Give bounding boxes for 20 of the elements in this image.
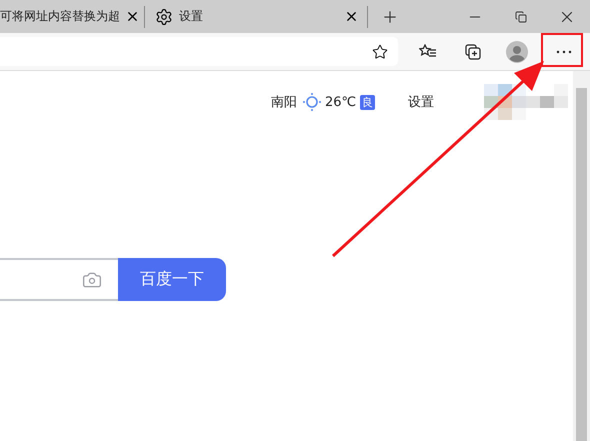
settings-icon bbox=[155, 8, 173, 26]
collections-icon[interactable] bbox=[465, 44, 481, 60]
camera-icon[interactable] bbox=[82, 270, 102, 290]
temperature: 26℃ bbox=[325, 94, 356, 110]
scrollbar[interactable] bbox=[573, 71, 590, 441]
close-icon[interactable] bbox=[125, 9, 140, 24]
close-icon[interactable] bbox=[344, 9, 359, 24]
more-menu-icon[interactable] bbox=[556, 50, 572, 54]
avatar-icon[interactable] bbox=[506, 40, 528, 62]
browser-tab[interactable]: 可将网址内容替换为超 bbox=[0, 0, 144, 33]
highlight-frame bbox=[541, 33, 583, 67]
restore-icon[interactable] bbox=[515, 10, 527, 22]
favorites-list-icon[interactable] bbox=[419, 44, 437, 60]
weather-city: 南阳 bbox=[271, 94, 297, 111]
settings-link[interactable]: 设置 bbox=[408, 93, 434, 111]
air-quality-badge: 良 bbox=[360, 94, 376, 110]
sun-icon bbox=[303, 93, 321, 111]
search-button[interactable]: 百度一下 bbox=[118, 258, 226, 301]
favorite-star-icon[interactable] bbox=[372, 44, 388, 60]
browser-tab[interactable]: 设置 bbox=[145, 0, 367, 33]
